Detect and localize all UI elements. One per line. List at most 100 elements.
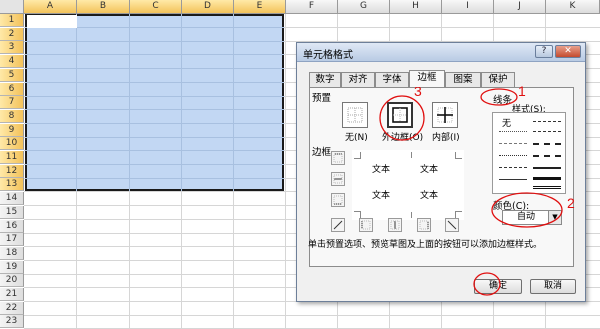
preview-text-3: 文本 xyxy=(372,191,391,201)
preview-corner xyxy=(455,211,462,218)
row-header[interactable]: 23 xyxy=(0,315,24,329)
column-header[interactable]: B xyxy=(77,0,130,14)
row-header[interactable]: 16 xyxy=(0,219,24,233)
row-header[interactable]: 1 xyxy=(0,14,24,27)
tab-patterns[interactable]: 图案 xyxy=(445,72,481,87)
border-right-button[interactable] xyxy=(417,218,431,232)
border-center-button[interactable] xyxy=(388,218,402,232)
column-header[interactable]: H xyxy=(390,0,442,14)
line-style-option[interactable] xyxy=(533,177,561,180)
row-header[interactable]: 13 xyxy=(0,178,24,192)
border-right-icon xyxy=(419,220,429,230)
column-header[interactable]: J xyxy=(494,0,546,14)
line-style-option[interactable] xyxy=(533,131,561,132)
diagonal-up-icon xyxy=(333,220,343,230)
selection-gridline xyxy=(25,109,284,111)
line-style-option[interactable] xyxy=(499,131,527,132)
border-diag-down-button[interactable] xyxy=(445,218,459,232)
tab-border[interactable]: 边框 xyxy=(409,70,445,87)
line-style-list[interactable]: 无 xyxy=(492,112,566,194)
preset-inside-icon xyxy=(437,107,453,123)
color-select[interactable]: 自动 ▼ xyxy=(502,210,562,225)
row-header[interactable]: 19 xyxy=(0,260,24,274)
preview-corner xyxy=(354,152,361,159)
row-header[interactable]: 7 xyxy=(0,96,24,110)
selection-gridline xyxy=(25,40,284,42)
help-button[interactable]: ? xyxy=(535,45,553,58)
column-header[interactable]: A xyxy=(24,0,77,14)
column-header[interactable]: E xyxy=(234,0,286,14)
row-header[interactable]: 9 xyxy=(0,123,24,137)
row-header[interactable]: 2 xyxy=(0,27,24,41)
preset-outline-label: 外边框(O) xyxy=(382,133,424,143)
tab-alignment[interactable]: 对齐 xyxy=(341,72,375,87)
row-header[interactable]: 4 xyxy=(0,55,24,69)
selection-gridline xyxy=(25,122,284,124)
row-header[interactable]: 11 xyxy=(0,151,24,164)
tab-protection[interactable]: 保护 xyxy=(481,72,515,87)
line-style-option[interactable] xyxy=(533,167,561,169)
line-style-option[interactable] xyxy=(533,121,561,122)
preset-none-icon xyxy=(347,107,363,123)
row-header[interactable]: 14 xyxy=(0,192,24,206)
line-style-option[interactable] xyxy=(499,143,527,144)
row-header[interactable]: 8 xyxy=(0,109,24,123)
preset-inside-button[interactable] xyxy=(432,102,458,128)
active-cell[interactable] xyxy=(27,15,77,28)
border-preview[interactable]: 文本 文本 文本 文本 xyxy=(352,150,464,220)
row-header[interactable]: 10 xyxy=(0,137,24,151)
selection-gridline xyxy=(25,95,284,97)
row-header[interactable]: 5 xyxy=(0,68,24,82)
ok-button[interactable]: 确定 xyxy=(474,279,522,294)
row-header[interactable]: 20 xyxy=(0,274,24,288)
preview-text-4: 文本 xyxy=(420,191,439,201)
selection-gridline xyxy=(25,150,284,152)
cancel-button[interactable]: 取消 xyxy=(530,279,576,294)
column-header[interactable]: K xyxy=(546,0,600,14)
border-top-button[interactable] xyxy=(331,151,345,165)
row-header[interactable]: 3 xyxy=(0,41,24,55)
row-header[interactable]: 15 xyxy=(0,205,24,219)
line-style-option[interactable] xyxy=(499,167,527,168)
column-header[interactable]: G xyxy=(338,0,390,14)
line-style-option[interactable] xyxy=(533,155,561,157)
tab-font[interactable]: 字体 xyxy=(375,72,409,87)
preview-corner xyxy=(405,212,412,218)
row-header[interactable]: 21 xyxy=(0,288,24,301)
selection-gridline xyxy=(25,68,284,70)
row-header[interactable]: 18 xyxy=(0,246,24,260)
line-style-option[interactable] xyxy=(533,143,561,145)
column-header[interactable]: D xyxy=(182,0,234,14)
column-header[interactable]: C xyxy=(130,0,182,14)
line-style-option[interactable] xyxy=(499,179,527,180)
gridline xyxy=(24,314,600,316)
chevron-down-icon[interactable]: ▼ xyxy=(548,211,561,224)
border-diag-up-button[interactable] xyxy=(331,218,345,232)
selection-gridline xyxy=(25,164,284,165)
select-all-corner[interactable] xyxy=(0,0,24,14)
line-style-option[interactable] xyxy=(499,155,527,156)
gridline xyxy=(285,14,286,328)
close-button[interactable]: ✕ xyxy=(555,45,581,58)
border-top-icon xyxy=(333,153,343,163)
border-left-button[interactable] xyxy=(359,218,373,232)
dialog-titlebar[interactable]: 单元格格式 ? ✕ xyxy=(297,43,585,62)
column-header[interactable]: F xyxy=(286,0,338,14)
selection-gridline xyxy=(25,136,284,138)
tab-number[interactable]: 数字 xyxy=(309,72,341,87)
column-header[interactable]: I xyxy=(442,0,494,14)
preset-outline-button[interactable] xyxy=(387,102,413,128)
preview-text-1: 文本 xyxy=(372,165,391,175)
border-middle-button[interactable] xyxy=(331,172,345,186)
row-header[interactable]: 6 xyxy=(0,82,24,96)
dialog-title: 单元格格式 xyxy=(303,50,353,61)
row-header[interactable]: 17 xyxy=(0,233,24,247)
color-value: 自动 xyxy=(517,212,536,222)
line-style-none[interactable]: 无 xyxy=(502,116,511,129)
border-bottom-button[interactable] xyxy=(331,193,345,207)
row-header[interactable]: 12 xyxy=(0,164,24,178)
row-header[interactable]: 22 xyxy=(0,301,24,315)
selection-gridline xyxy=(25,54,284,56)
line-style-option[interactable] xyxy=(533,186,561,189)
preset-none-button[interactable] xyxy=(342,102,368,128)
